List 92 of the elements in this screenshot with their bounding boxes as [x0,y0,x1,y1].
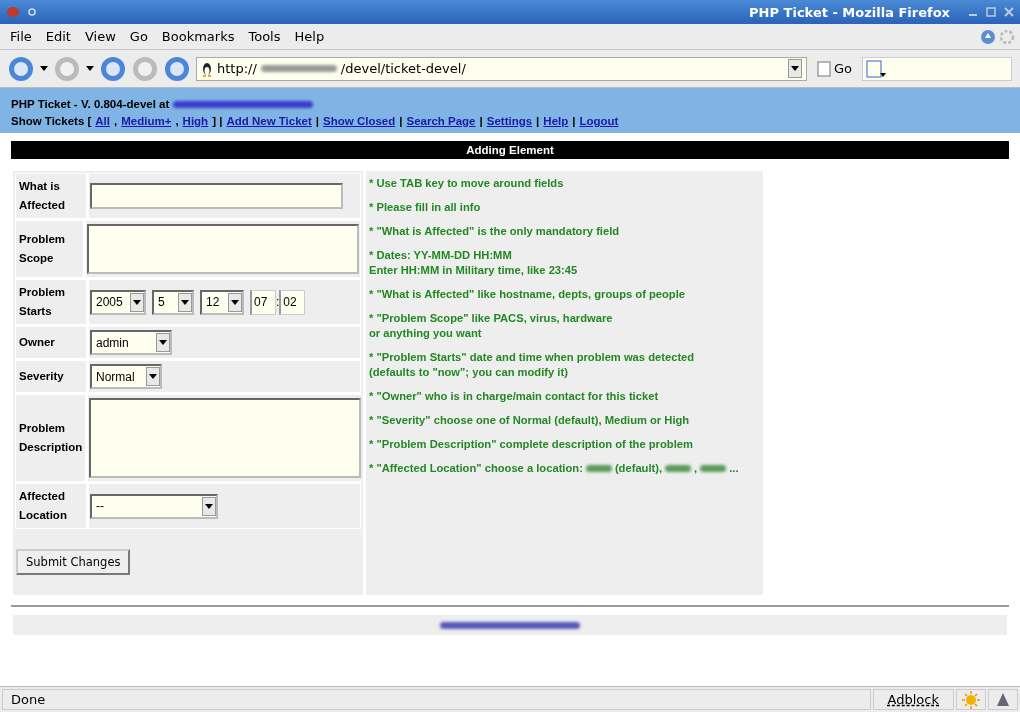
menu-item[interactable]: Edit [39,29,77,44]
nav-text: | [536,115,540,127]
dropdown-arrow-icon [231,299,239,305]
penguin-icon [201,60,213,77]
nav-text: , [175,115,179,127]
hour-field[interactable]: 07 [250,289,276,315]
nav-link[interactable]: All [95,115,110,127]
dropdown-arrow-icon [40,66,48,71]
select-field[interactable]: -- [90,493,218,519]
menu-dot-icon[interactable] [28,8,36,16]
help-text: * "Owner" who is in charge/main contact for this ticket [369,390,660,402]
menu-item[interactable]: Tools [242,29,287,44]
nav-link[interactable]: Search Page [406,115,476,127]
dropdown-arrow-icon [133,299,141,305]
nav-text: | [572,115,576,127]
help-text: * "Problem Scope" like PACS, virus, hardware [369,312,614,324]
nav-link[interactable]: Help [543,115,569,127]
text-field[interactable] [90,183,343,209]
nav-text: , [114,115,118,127]
nav-text: Show Tickets [ [11,115,92,127]
help-text: * "Problem Starts" date and time when problem was detected [369,351,696,363]
dropdown-arrow-icon [159,340,167,345]
section-title: Adding Element [11,141,1009,159]
dropdown-arrow-icon [86,66,94,71]
help-text: Enter HH:MM in Military time, like 23:45 [369,264,579,276]
select-field[interactable]: admin [90,330,172,355]
go-button[interactable]: Go [812,60,856,77]
menu-item[interactable]: Go [123,29,154,44]
dropdown-arrow-icon [149,374,157,379]
help-text: * "Severity" choose one of Normal (default), Medium or High [369,414,691,426]
redacted-mark [585,464,612,472]
nav-link[interactable]: Add New Ticket [226,115,312,127]
help-text: (defaults to "now"; you can modify it) [369,366,569,378]
nav-link[interactable]: Medium+ [121,115,172,127]
field-label: Severity [16,361,86,392]
update-icon[interactable] [980,28,996,45]
search-field[interactable] [862,56,1012,81]
help-text: * "What is Affected" is the only mandatory field [369,225,621,237]
dropdown-arrow-icon [181,299,189,305]
field-label: Problem Description [16,395,86,481]
nav-text: ] | [212,115,223,127]
page-icon [816,60,831,77]
address-field[interactable]: http:// /devel/ticket-devel/ [196,56,807,81]
text-area[interactable] [87,224,359,274]
nav-text: | [479,115,483,127]
help-text: * "Problem Description" complete description of the problem [369,438,694,450]
nav-text: | [399,115,403,127]
help-text: (default), [614,462,663,474]
nav-link[interactable]: Logout [579,115,619,127]
search-engine-icon[interactable] [866,59,886,78]
maximize-icon[interactable] [986,7,996,17]
nav-link[interactable]: High [182,115,209,127]
redacted-mark [665,464,692,472]
help-text: * "What is Affected" like hostname, depts, groups of people [369,288,687,300]
help-text: or anything you want [369,327,483,339]
time-separator: : [276,295,280,309]
close-icon[interactable] [1004,7,1014,17]
help-text: ... [729,462,739,474]
menu-item[interactable]: Help [288,29,331,44]
nav-link[interactable]: Settings [486,115,533,127]
window-title: PHP Ticket - Mozilla Firefox [749,4,950,20]
nav-text: | [315,115,320,127]
field-label: Problem Starts [16,280,86,324]
day-select[interactable]: 12 [200,289,244,315]
menu-item[interactable]: Bookmarks [155,29,241,44]
throbber-icon [998,27,1016,46]
nav-link[interactable]: Show Closed [323,115,396,127]
help-text: , [694,462,698,474]
help-text: * "Affected Location" choose a location: [369,462,583,474]
status-text: Done [2,689,871,710]
sun-icon[interactable] [962,690,980,709]
dropdown-arrow-icon [790,66,799,71]
field-label: Affected Location [16,484,86,528]
field-label: Owner [16,327,86,358]
text-area[interactable] [89,398,362,478]
select-field[interactable]: Normal [90,364,162,389]
year-select[interactable]: 2005 [90,289,146,315]
redacted-mark [700,464,727,472]
history-dropdown-button[interactable] [787,59,802,78]
month-select[interactable]: 5 [152,289,194,315]
help-text: * Use TAB key to move around fields [369,177,565,189]
field-label: What is Affected [16,174,86,218]
help-text: * Please fill in all info [369,201,482,213]
app-title: PHP Ticket - V. 0.804-devel at [11,98,170,110]
help-text: * Dates: YY-MM-DD HH:MM [369,249,513,261]
field-label: Problem Scope [16,221,83,277]
minute-field[interactable]: 02 [279,289,306,315]
submit-button[interactable]: Submit Changes [16,549,131,575]
dropdown-arrow-icon [205,503,213,509]
adblock-button[interactable]: Adblock [872,689,954,710]
menu-item[interactable]: View [78,29,122,44]
menu-item[interactable]: File [4,29,38,44]
